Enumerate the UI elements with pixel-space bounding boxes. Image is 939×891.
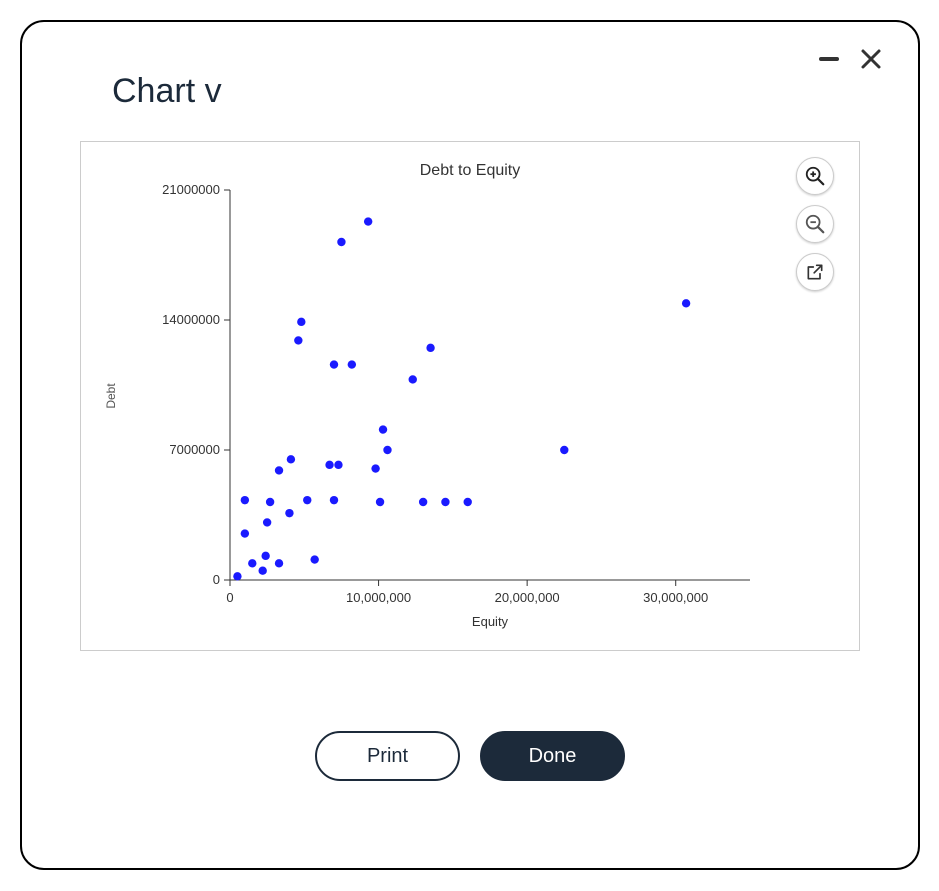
open-external-icon bbox=[805, 262, 825, 282]
zoom-out-button[interactable] bbox=[796, 205, 834, 243]
zoom-in-button[interactable] bbox=[796, 157, 834, 195]
minimize-icon bbox=[818, 48, 840, 70]
x-axis-label: Equity bbox=[472, 614, 509, 629]
svg-text:0: 0 bbox=[213, 572, 220, 587]
svg-text:30,000,000: 30,000,000 bbox=[643, 590, 708, 605]
chart-area: Debt to Equity Debt 0 10,000,000 20,000,00… bbox=[80, 141, 860, 651]
chart-toolbar bbox=[796, 157, 834, 291]
print-button[interactable]: Print bbox=[315, 731, 460, 781]
scatter-plot: 0 10,000,000 20,000,000 30,000,000 0 7000000 1… bbox=[120, 180, 820, 640]
chart-dialog: Chart v bbox=[20, 20, 920, 870]
y-axis-label: Debt bbox=[104, 383, 118, 408]
footer-buttons: Print Done bbox=[72, 731, 868, 781]
zoom-in-icon bbox=[804, 165, 826, 187]
close-icon bbox=[859, 47, 883, 71]
svg-text:0: 0 bbox=[226, 590, 233, 605]
zoom-out-icon bbox=[804, 213, 826, 235]
open-external-button[interactable] bbox=[796, 253, 834, 291]
svg-text:21000000: 21000000 bbox=[162, 182, 220, 197]
minimize-button[interactable] bbox=[816, 46, 842, 72]
svg-text:10,000,000: 10,000,000 bbox=[346, 590, 411, 605]
svg-text:7000000: 7000000 bbox=[169, 442, 220, 457]
close-button[interactable] bbox=[858, 46, 884, 72]
svg-text:20,000,000: 20,000,000 bbox=[495, 590, 560, 605]
dialog-title: Chart v bbox=[112, 72, 868, 111]
done-button[interactable]: Done bbox=[480, 731, 625, 781]
window-controls bbox=[816, 46, 884, 72]
chart-title: Debt to Equity bbox=[81, 142, 859, 180]
svg-text:14000000: 14000000 bbox=[162, 312, 220, 327]
